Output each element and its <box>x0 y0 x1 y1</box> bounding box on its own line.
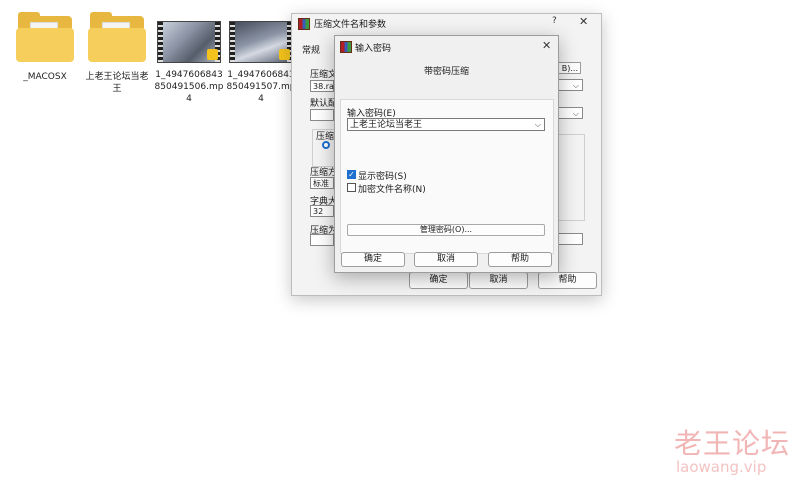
desktop-item-video-1[interactable]: 1_4947606843850491506.mp4 <box>154 17 224 105</box>
compression-method-value: 标准 <box>313 179 329 188</box>
close-icon[interactable]: ✕ <box>579 15 588 28</box>
browse-button[interactable]: B)... <box>557 62 581 74</box>
desktop-item-folder-laowang[interactable]: 上老王论坛当老王 <box>82 8 152 95</box>
password-value: 上老王论坛当老王 <box>350 120 423 130</box>
folder-icon <box>16 12 74 62</box>
show-password-checkbox[interactable]: ✓ <box>347 170 356 179</box>
split-volume-field[interactable] <box>310 234 334 246</box>
password-heading: 带密码压缩 <box>423 67 469 77</box>
dictionary-size-field[interactable]: 32 <box>310 205 334 217</box>
archive-name-value: 38.ra <box>313 82 334 91</box>
dialog-title: 输入密码 <box>355 44 392 54</box>
tab-general[interactable]: 常规 <box>302 43 320 56</box>
help-button[interactable]: 帮助 <box>538 272 597 289</box>
manage-passwords-button[interactable]: 管理密码(O)... <box>347 224 545 236</box>
format-radio[interactable] <box>322 141 330 149</box>
play-badge-icon <box>207 49 218 60</box>
title-bar[interactable]: 压缩文件名和参数 ? ✕ <box>292 14 601 32</box>
options-field[interactable] <box>557 233 583 245</box>
password-dialog: 输入密码 ✕ 带密码压缩 输入密码(E) 上老王论坛当老王 ⌵ ✓ 显示密码(S… <box>334 35 559 273</box>
play-badge-icon <box>279 49 290 60</box>
folder-icon <box>88 12 146 62</box>
desktop-item-label: 上老王论坛当老王 <box>85 72 149 94</box>
chevron-down-icon: ⌵ <box>572 81 579 90</box>
help-button[interactable]: 帮助 <box>488 252 552 267</box>
desktop-item-label: 1_4947606843850491506.mp4 <box>154 70 224 104</box>
title-bar[interactable]: 输入密码 ✕ <box>335 36 558 54</box>
watermark-text: 老王论坛 <box>674 427 791 460</box>
update-mode-dropdown[interactable]: ⌵ <box>557 107 583 119</box>
default-profile-label: 默认配 <box>310 99 338 109</box>
dialog-title: 压缩文件名和参数 <box>314 20 387 30</box>
ok-button[interactable]: 确定 <box>409 272 468 289</box>
chevron-down-icon[interactable]: ⌵ <box>535 119 541 131</box>
archive-name-field[interactable]: 38.ra <box>310 80 334 92</box>
desktop-item-label: _MACOSX <box>23 72 67 82</box>
winrar-icon <box>298 18 310 30</box>
profile-dropdown[interactable] <box>310 109 334 121</box>
desktop-item-video-2[interactable]: 1_4947606843850491507.mp4 <box>226 17 296 105</box>
archive-name-dropdown[interactable]: ⌵ <box>557 79 583 91</box>
chevron-down-icon: ⌵ <box>572 109 579 118</box>
video-thumbnail-icon <box>157 21 221 63</box>
winrar-icon <box>340 41 352 53</box>
ok-button[interactable]: 确定 <box>341 252 405 267</box>
archive-name-label: 压缩文 <box>310 70 338 80</box>
desktop-item-label: 1_4947606843850491507.mp4 <box>226 70 296 104</box>
compression-method-field[interactable]: 标准 <box>310 177 334 189</box>
options-groupbox <box>557 134 585 221</box>
cancel-button[interactable]: 取消 <box>414 252 478 267</box>
desktop-item-macosx[interactable]: _MACOSX <box>10 8 80 83</box>
dictionary-size-value: 32 <box>313 207 324 216</box>
watermark-url: laowang.vip <box>676 458 767 476</box>
cancel-button[interactable]: 取消 <box>469 272 528 289</box>
video-thumbnail-icon <box>229 21 293 63</box>
password-input[interactable]: 上老王论坛当老王 ⌵ <box>347 118 545 131</box>
help-icon[interactable]: ? <box>552 16 557 26</box>
show-password-label[interactable]: 显示密码(S) <box>358 169 407 182</box>
encrypt-names-checkbox[interactable] <box>347 183 356 192</box>
encrypt-names-label[interactable]: 加密文件名称(N) <box>358 182 426 195</box>
close-icon[interactable]: ✕ <box>542 39 551 52</box>
